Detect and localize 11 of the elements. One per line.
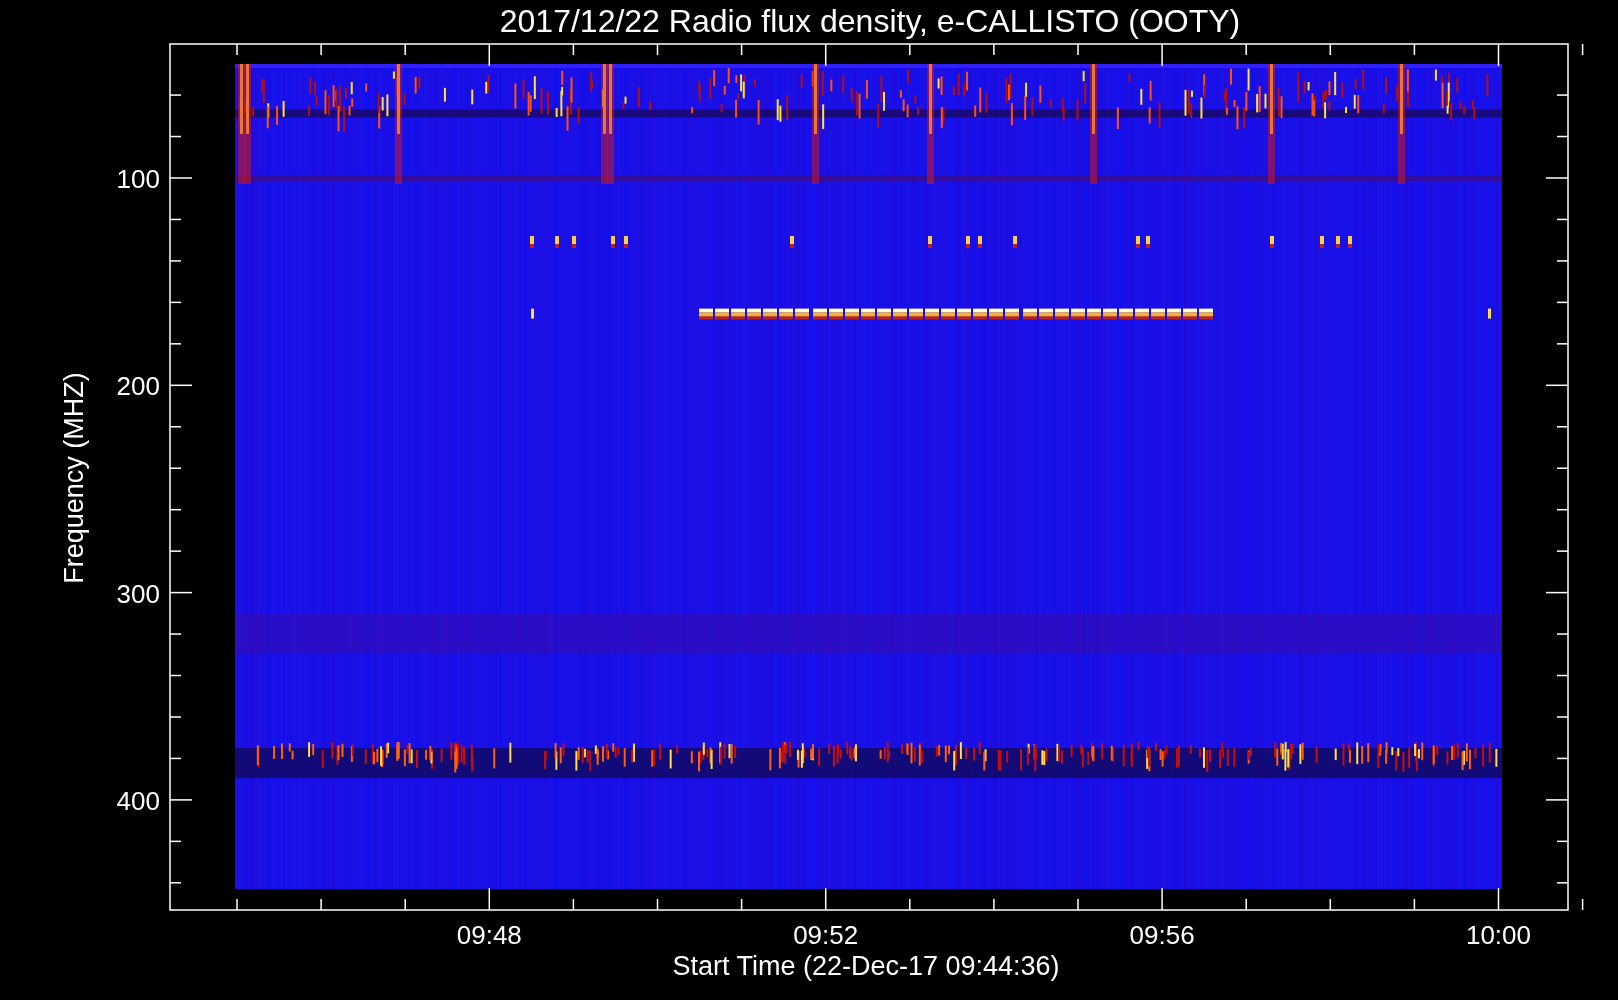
y-tick-label: 300 bbox=[116, 578, 160, 609]
x-tick-label: 09:52 bbox=[793, 920, 859, 950]
y-tick-label: 200 bbox=[116, 371, 160, 402]
y-tick-label: 100 bbox=[116, 164, 160, 194]
x-tick-label: 10:00 bbox=[1465, 920, 1532, 950]
chart-title: 2017/12/22 Radio flux density, e-CALLISTO (OOTY) bbox=[499, 3, 1241, 39]
y-axis-label: Frequency (MHZ) bbox=[59, 372, 89, 584]
y-tick-label: 400 bbox=[116, 785, 160, 816]
x-tick-label: 09:48 bbox=[456, 920, 522, 950]
x-tick-label: 09:56 bbox=[1129, 920, 1195, 950]
x-axis-label: Start Time (22-Dec-17 09:44:36) bbox=[672, 951, 1060, 981]
